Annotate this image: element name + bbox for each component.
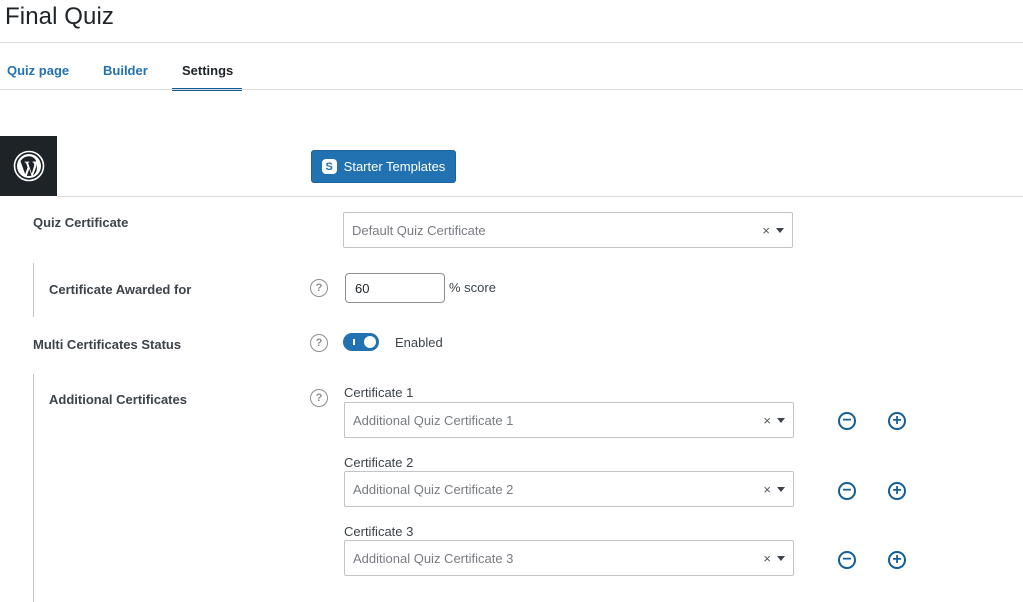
certificate-score-input[interactable]: 60 [345,273,445,303]
wordpress-logo-button[interactable] [0,136,57,196]
chevron-down-icon [777,417,785,423]
page-title: Final Quiz [5,3,115,30]
starter-templates-button[interactable]: S Starter Templates [311,150,456,183]
certificate-3-select[interactable]: Additional Quiz Certificate 3 × [344,540,794,576]
certificate-2-placeholder: Additional Quiz Certificate 2 [353,481,514,497]
sub-setting-line [33,374,34,602]
clear-icon[interactable]: × [762,223,770,238]
clear-icon[interactable]: × [763,413,771,428]
certificate-2-select[interactable]: Additional Quiz Certificate 2 × [344,471,794,507]
toggle-state-label: Enabled [395,335,443,350]
certificate-awarded-label: Certificate Awarded for [49,282,192,297]
clear-icon[interactable]: × [763,551,771,566]
certificate-3-placeholder: Additional Quiz Certificate 3 [353,550,514,566]
chevron-down-icon [777,555,785,561]
plus-circle-icon[interactable]: + [888,551,906,569]
tab-quiz-page[interactable]: Quiz page [7,63,69,78]
sub-setting-line [33,263,34,317]
minus-circle-icon[interactable]: − [838,412,856,430]
multi-certificates-toggle[interactable] [343,333,379,351]
wordpress-logo-icon [13,150,44,182]
starter-templates-label: Starter Templates [343,159,446,174]
certificate-1-placeholder: Additional Quiz Certificate 1 [353,412,514,428]
clear-icon[interactable]: × [763,482,771,497]
plus-circle-icon[interactable]: + [888,482,906,500]
multi-certificates-label: Multi Certificates Status [33,337,182,352]
quiz-certificate-label: Quiz Certificate [33,215,129,230]
toggle-on-mark [353,339,355,345]
score-suffix: % score [449,280,496,295]
minus-circle-icon[interactable]: − [838,482,856,500]
tabs-divider [0,89,1023,90]
certificate-3-label: Certificate 3 [344,524,414,539]
help-icon[interactable]: ? [310,389,328,407]
certificate-2-label: Certificate 2 [344,455,414,470]
quiz-certificate-placeholder: Default Quiz Certificate [352,222,486,238]
minus-circle-icon[interactable]: − [838,551,856,569]
chevron-down-icon [777,486,785,492]
help-icon[interactable]: ? [310,279,328,297]
chevron-down-icon [776,227,784,233]
tab-bar: Quiz page Builder Settings [0,43,1023,91]
tab-builder[interactable]: Builder [103,63,148,78]
help-icon[interactable]: ? [310,334,328,352]
certificate-1-select[interactable]: Additional Quiz Certificate 1 × [344,402,794,438]
quiz-certificate-select[interactable]: Default Quiz Certificate × [343,212,793,248]
additional-certificates-label: Additional Certificates [49,392,187,407]
starter-templates-icon: S [321,159,337,174]
certificate-1-label: Certificate 1 [344,385,414,400]
toggle-knob [364,336,376,348]
tab-settings[interactable]: Settings [182,63,233,78]
plus-circle-icon[interactable]: + [888,412,906,430]
settings-divider [57,196,1023,197]
